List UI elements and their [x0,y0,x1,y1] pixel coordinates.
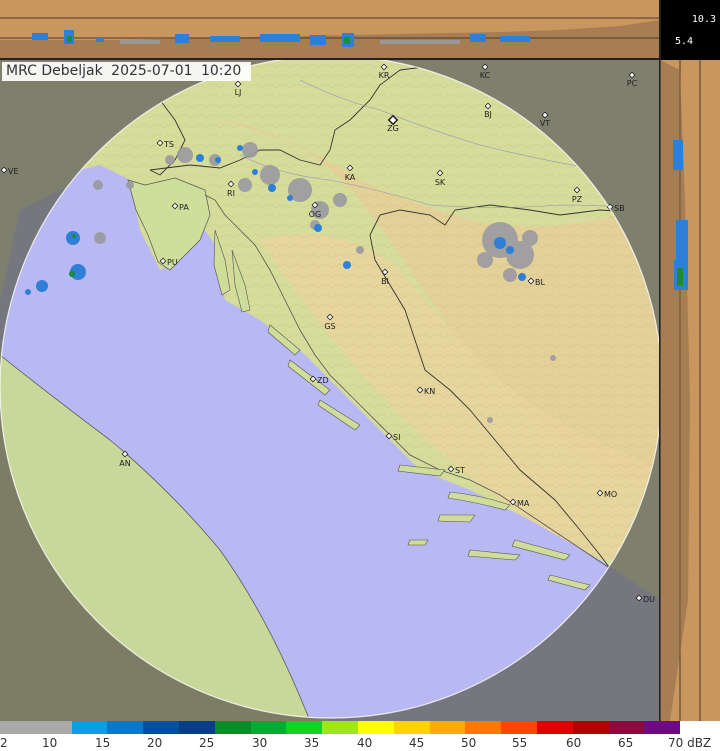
legend-swatch [357,721,394,734]
city-label: LJ [235,88,242,97]
station-name: MRC Debeljak [6,63,103,79]
legend-swatch [393,721,430,734]
legend-tick: 70 dBZ [668,736,712,750]
city-label: PA [179,203,189,212]
date-label: 2025-07-01 [111,63,193,79]
city-label: ST [455,466,465,475]
legend-tick: 20 [147,736,163,750]
legend-swatch [501,721,537,734]
legend-swatch [286,721,323,734]
city-ri: RI [227,180,235,198]
city-label: MA [517,499,530,508]
city-label: PU [167,258,178,267]
radar-view: LJ KR KC PC BJ VT ZG TS VE KA SK RI PZ SB PA OG PU BI BL GS… [0,0,720,751]
city-label: KC [480,71,491,80]
city-lj: LJ [235,80,242,97]
city-label: BL [535,278,545,287]
city-bi: BI [381,268,389,286]
altitude-bottom: 5.4 [675,36,694,47]
legend-swatch [71,721,108,734]
legend-swatch [0,721,36,734]
legend-tick: 15 [95,736,111,750]
city-label: PC [627,79,638,88]
city-label: OG [309,210,322,219]
legend-tick: 35 [304,736,320,750]
legend-tick: 45 [409,736,425,750]
legend-tick: 30 [252,736,268,750]
legend-swatch [322,721,358,734]
legend-swatch [250,721,287,734]
time-label: 10:20 [200,63,242,79]
city-label: SK [435,178,446,187]
city-label: PZ [572,195,583,204]
legend-swatch [608,721,645,734]
legend-swatch [143,721,179,734]
city-label: ZD [317,376,329,385]
north-cross-section [0,0,660,60]
legend-swatch [107,721,144,734]
city-label: BI [381,277,389,286]
legend-tick: 10 [42,736,58,750]
radar-range [0,56,662,718]
city-label: BJ [484,110,492,119]
city-label: VT [540,119,550,128]
legend-swatch [465,721,502,734]
legend-tick: 50 [461,736,477,750]
legend-color-bar [0,721,681,734]
city-label: RI [227,189,235,198]
legend-tick-labels: 2 10 15 20 25 30 35 40 45 50 55 60 65 70 dBZ [0,736,720,750]
city-label: SI [393,433,400,442]
city-bj: BJ [484,102,492,119]
city-label: KA [345,173,356,182]
city-label: MO [604,490,617,499]
legend-tick: 65 [618,736,634,750]
legend-swatch [644,721,681,734]
legend-tick: 40 [357,736,373,750]
altitude-top: 10.3 [691,14,716,25]
legend-swatch [178,721,215,734]
legend-swatch [429,721,466,734]
legend-tick: 60 [566,736,582,750]
legend-swatch [35,721,72,734]
city-label: ZG [387,124,399,133]
legend-swatch [536,721,573,734]
city-label: AN [119,459,130,468]
city-label: GS [324,322,335,331]
city-label: SB [614,204,625,213]
legend-swatch [214,721,251,734]
legend-tick: 2 [0,736,8,750]
city-label: DU [643,595,655,604]
legend-swatch [572,721,609,734]
city-label: KN [424,387,435,396]
legend-tick: 55 [512,736,528,750]
dbz-legend: 2 10 15 20 25 30 35 40 45 50 55 60 65 70 dBZ [0,721,720,751]
city-label: VE [8,167,19,176]
legend-tick: 25 [199,736,215,750]
city-label: TS [163,140,174,149]
radar-map: LJ KR KC PC BJ VT ZG TS VE KA SK RI PZ SB PA OG PU BI BL GS… [0,0,720,721]
city-label: KR [379,71,390,80]
east-cross-section [659,0,720,721]
title-box: MRC Debeljak 2025-07-01 10:20 [2,62,252,81]
